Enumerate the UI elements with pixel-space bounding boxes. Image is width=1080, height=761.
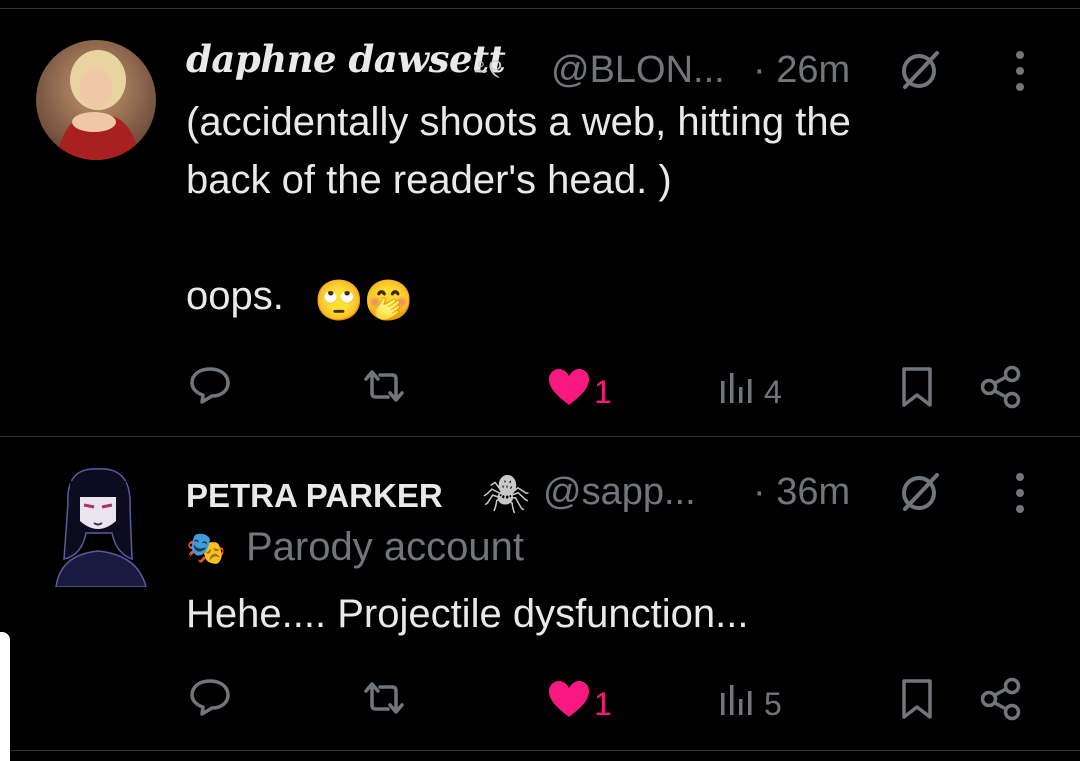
display-name[interactable]: PETRA PARKER [186, 477, 443, 515]
tweet-text: Hehe.... Projectile dysfunction... [186, 592, 749, 636]
handle[interactable]: @sapp... [543, 471, 696, 514]
avatar[interactable] [46, 463, 150, 587]
more-options-icon[interactable] [1010, 471, 1030, 515]
bookmark-icon[interactable] [900, 365, 934, 409]
share-icon[interactable] [978, 365, 1024, 409]
emoji: 🙄🤭 [314, 279, 414, 323]
avatar-image [36, 40, 156, 160]
reply-icon[interactable] [188, 677, 232, 717]
handle[interactable]: @BLON... [551, 49, 725, 92]
view-count: 5 [764, 686, 782, 722]
like-count: 1 [594, 686, 612, 722]
retweet-icon[interactable] [360, 679, 408, 717]
views-icon[interactable] [718, 681, 758, 717]
timestamp[interactable]: · 36m [753, 471, 850, 514]
retweet-icon[interactable] [360, 367, 408, 405]
more-options-icon[interactable] [1010, 49, 1030, 93]
avatar[interactable] [36, 40, 156, 160]
tweet-2[interactable]: PETRA PARKER 🕷 @sapp... · 36m 🎭 Parody a… [0, 437, 1080, 749]
display-name[interactable]: daphne dawsett [186, 37, 506, 81]
avatar-image [55, 468, 147, 587]
like-icon[interactable] [546, 367, 592, 407]
view-count: 4 [764, 374, 782, 410]
name-decoration: ⸛୧ [474, 53, 503, 84]
tweet-1[interactable]: daphne dawsett ⸛୧ @BLON... · 26m (accide… [0, 9, 1080, 435]
spider-icon: 🕷 [482, 474, 531, 516]
bookmark-icon[interactable] [900, 677, 934, 721]
like-icon[interactable] [546, 679, 592, 719]
grok-icon[interactable] [897, 45, 945, 93]
edge-handle [0, 632, 10, 761]
share-icon[interactable] [978, 677, 1024, 721]
grok-icon[interactable] [897, 467, 945, 515]
parody-label-icon: 🎭 [186, 530, 226, 566]
timestamp[interactable]: · 26m [753, 49, 850, 92]
views-icon[interactable] [718, 369, 758, 405]
bottom-divider [0, 750, 1080, 751]
reply-icon[interactable] [188, 365, 232, 405]
like-count: 1 [594, 374, 612, 410]
parody-label: Parody account [246, 525, 524, 569]
